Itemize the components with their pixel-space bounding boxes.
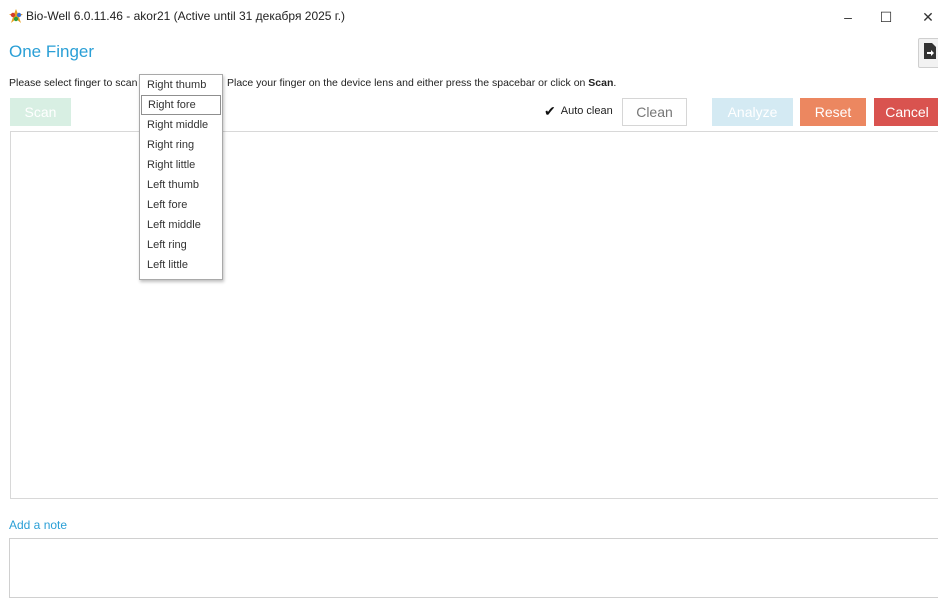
finger-option[interactable]: Left ring <box>140 235 222 255</box>
add-note-label: Add a note <box>9 518 68 532</box>
finger-option[interactable]: Right thumb <box>140 75 222 95</box>
analyze-button[interactable]: Analyze <box>712 98 793 126</box>
finger-option[interactable]: Left thumb <box>140 175 222 195</box>
instruction-scan-word: Scan <box>588 77 614 89</box>
instruction-prefix: Please select finger to scan <box>9 77 138 89</box>
clean-button[interactable]: Clean <box>622 98 687 126</box>
instruction-suffix: Place your finger on the device lens and… <box>227 77 586 89</box>
close-button[interactable]: ✕ <box>908 4 938 30</box>
window-title: Bio-Well 6.0.11.46 - akor21 (Active unti… <box>26 9 346 23</box>
file-export-icon <box>924 42 936 64</box>
scan-button[interactable]: Scan <box>10 98 71 126</box>
finger-option[interactable]: Left middle <box>140 215 222 235</box>
finger-option[interactable]: Left little <box>140 255 222 275</box>
auto-clean-checkbox[interactable]: ✔ Auto clean <box>544 104 613 118</box>
finger-option-selected[interactable]: Right fore <box>141 95 221 115</box>
cancel-button[interactable]: Cancel <box>874 98 938 126</box>
page-title: One Finger <box>9 42 95 61</box>
finger-select-dropdown[interactable]: Right thumb Right fore Right middle Righ… <box>139 74 223 280</box>
finger-option[interactable]: Right little <box>140 155 222 175</box>
finger-option[interactable]: Right middle <box>140 115 222 135</box>
reset-button[interactable]: Reset <box>800 98 866 126</box>
finger-option[interactable]: Left fore <box>140 195 222 215</box>
finger-option[interactable]: Right ring <box>140 135 222 155</box>
minimize-button[interactable]: – <box>828 4 868 30</box>
bio-well-logo-icon <box>9 9 23 23</box>
note-textarea[interactable] <box>9 538 938 598</box>
title-bar: Bio-Well 6.0.11.46 - akor21 (Active unti… <box>0 0 938 34</box>
auto-clean-label: Auto clean <box>560 105 613 117</box>
instruction-period: . <box>613 77 617 89</box>
maximize-button[interactable]: ☐ <box>866 4 906 30</box>
instruction-text: Place your finger on the device lens and… <box>227 77 616 89</box>
checkmark-icon: ✔ <box>544 103 556 119</box>
export-button[interactable] <box>918 38 938 68</box>
